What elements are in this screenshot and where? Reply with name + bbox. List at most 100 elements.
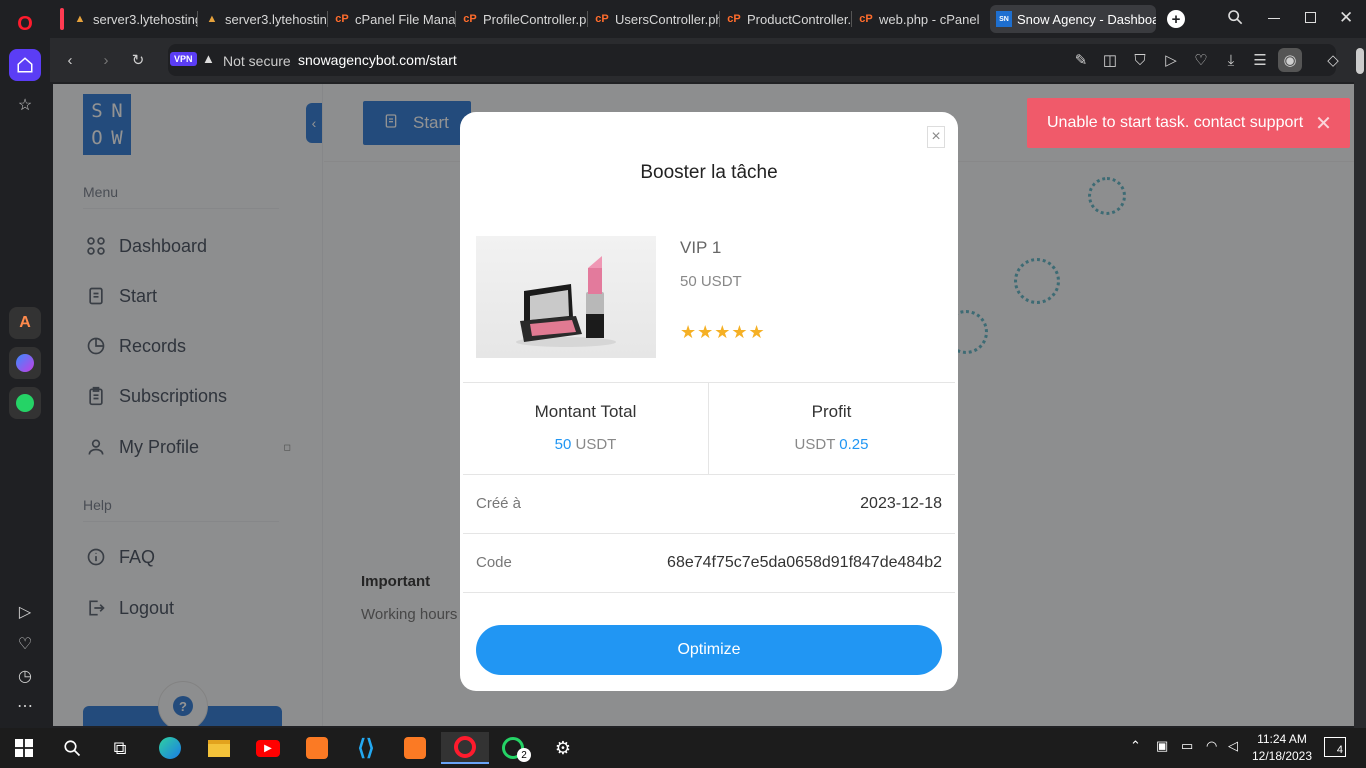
whatsapp-icon[interactable]: 2 — [493, 732, 533, 764]
volume-icon[interactable]: ◁ — [1228, 738, 1238, 754]
xampp-icon[interactable] — [297, 732, 337, 764]
error-toast: Unable to start task. contact support ✕ — [1027, 98, 1350, 148]
optimize-button[interactable]: Optimize — [476, 625, 942, 675]
favorites-heart-icon[interactable]: ♡ — [1189, 48, 1213, 72]
boost-task-modal: × Booster la tâche VIP 1 50 USDT ★★★★★ M… — [460, 112, 958, 691]
modal-close-button[interactable]: × — [927, 126, 945, 148]
clock-date: 12/18/2023 — [1251, 749, 1313, 763]
tray-app-icon[interactable]: ▣ — [1156, 738, 1168, 754]
total-amount: 50 — [554, 436, 572, 453]
opera-logo-icon[interactable]: O — [9, 8, 41, 40]
search-tabs-icon[interactable] — [1227, 9, 1243, 30]
divider — [463, 474, 955, 475]
tab-server3-1[interactable]: ▲ server3.lytehosting — [66, 5, 198, 33]
divider — [463, 592, 955, 593]
tab-profile-controller[interactable]: cP ProfileController.ph — [456, 5, 588, 33]
lytehosting-icon: ▲ — [74, 13, 86, 25]
divider — [463, 382, 955, 383]
profit-unit: USDT — [794, 436, 836, 453]
tab-users-controller[interactable]: cP UsersController.php — [588, 5, 720, 33]
toast-message: Unable to start task. contact support — [1047, 114, 1304, 131]
flow-icon[interactable]: ▷ — [1159, 48, 1183, 72]
edit-icon[interactable]: ✎ — [1069, 48, 1093, 72]
created-value: 2023-12-18 — [860, 495, 942, 512]
total-unit: USDT — [575, 436, 617, 453]
minimize-button[interactable] — [1268, 18, 1280, 19]
tab-cpanel-file-manager[interactable]: cP cPanel File Manage — [328, 5, 456, 33]
xampp-icon[interactable] — [395, 732, 435, 764]
restore-button[interactable] — [1305, 12, 1316, 23]
task-view-icon[interactable]: ⧉ — [100, 732, 140, 764]
product-image — [476, 236, 656, 358]
product-price: 50 USDT — [680, 273, 742, 290]
heart-icon[interactable]: ♡ — [9, 628, 41, 660]
tab-title: web.php - cPanel F — [879, 11, 984, 27]
wifi-icon[interactable]: ◠ — [1206, 738, 1217, 754]
profit-label: Profit — [811, 402, 852, 421]
battery-icon[interactable]: ▭ — [1181, 738, 1193, 754]
tab-title: cPanel File Manage — [355, 11, 456, 27]
vpn-badge[interactable]: VPN — [170, 52, 197, 66]
tab-product-controller[interactable]: cP ProductController.p — [720, 5, 852, 33]
notification-center-icon[interactable]: 4 — [1324, 737, 1346, 757]
easy-setup-icon[interactable]: ☰ — [1248, 48, 1272, 72]
messenger-icon[interactable] — [9, 347, 41, 379]
lytehosting-icon: ▲ — [206, 13, 218, 25]
youtube-icon[interactable]: ▶ — [248, 732, 288, 764]
more-icon[interactable]: ⋯ — [9, 690, 41, 722]
profile-icon[interactable]: ◉ — [1278, 48, 1302, 72]
reload-icon[interactable]: ↻ — [126, 48, 150, 72]
tab-bar: ▲ server3.lytehosting ▲ server3.lytehostin… — [50, 0, 1366, 38]
tab-title: ProductController.p — [747, 11, 852, 27]
notification-count: 4 — [1336, 744, 1343, 756]
opera-sidebar: O ☆ A ▷ ♡ ◷ ⋯ — [0, 0, 50, 728]
toast-close-icon[interactable]: ✕ — [1315, 111, 1332, 136]
windows-start-icon[interactable] — [4, 732, 44, 764]
close-window-button[interactable]: ✕ — [1339, 8, 1353, 28]
vip-level: VIP 1 — [680, 238, 722, 257]
clock[interactable]: 11:24 AM 12/18/2023 — [1250, 731, 1314, 765]
back-icon[interactable]: ‹ — [58, 48, 82, 72]
profit-amount: 0.25 — [839, 436, 869, 453]
code-value[interactable]: 68e74f75c7e5da0658d91f847de484b2 — [667, 554, 942, 572]
opera-taskbar-icon[interactable] — [441, 732, 489, 764]
snow-favicon: SN — [996, 11, 1012, 27]
total-label: Montant Total — [534, 402, 637, 421]
star-bookmark-icon[interactable]: ☆ — [9, 89, 41, 121]
security-label[interactable]: Not secure — [223, 53, 291, 69]
tab-snow-agency[interactable]: SN Snow Agency - Dashboard — [990, 5, 1156, 33]
whatsapp-side-icon[interactable] — [9, 387, 41, 419]
download-icon[interactable]: ⤓ — [1219, 48, 1243, 72]
modal-title: Booster la tâche — [640, 162, 778, 183]
file-explorer-icon[interactable] — [199, 732, 239, 764]
extensions-icon[interactable]: ◇ — [1321, 48, 1345, 72]
cpanel-icon: cP — [595, 13, 609, 25]
tab-island-marker — [60, 8, 64, 30]
tab-server3-2[interactable]: ▲ server3.lytehosting — [198, 5, 328, 33]
tray-chevron-icon[interactable]: ⌃ — [1130, 738, 1141, 754]
shield-icon[interactable]: ⛉ — [1128, 48, 1152, 72]
forward-icon[interactable]: › — [94, 48, 118, 72]
url-text[interactable]: snowagencybot.com/start — [298, 52, 457, 68]
vscode-icon[interactable]: ⟨⟩ — [346, 732, 386, 764]
aria-icon[interactable]: A — [9, 307, 41, 339]
windows-taskbar: ⧉ ▶ ⟨⟩ 2 ⚙ ⌃ ▣ ▭ ◠ ◁ 11:24 AM 12/18/2023… — [0, 728, 1366, 768]
warning-icon: ▲ — [202, 51, 215, 66]
player-icon[interactable]: ▷ — [9, 596, 41, 628]
scrollbar-thumb[interactable] — [1356, 48, 1364, 74]
cpanel-icon: cP — [859, 13, 873, 25]
clock-time: 11:24 AM — [1257, 732, 1307, 746]
history-icon[interactable]: ◷ — [9, 660, 41, 692]
edge-icon[interactable] — [150, 732, 190, 764]
tab-title: Snow Agency - Dashboard — [1017, 11, 1156, 27]
tab-web-php[interactable]: cP web.php - cPanel F — [852, 5, 984, 33]
search-icon[interactable] — [52, 732, 92, 764]
tab-title: ProfileController.ph — [483, 11, 588, 27]
scrollbar-track[interactable] — [1354, 46, 1366, 728]
new-tab-button[interactable]: + — [1167, 10, 1185, 28]
settings-gear-icon[interactable]: ⚙ — [543, 732, 583, 764]
created-label: Créé à — [476, 495, 522, 512]
camera-icon[interactable]: ◫ — [1098, 48, 1122, 72]
rating-stars: ★★★★★ — [680, 322, 766, 342]
home-icon[interactable] — [9, 49, 41, 81]
